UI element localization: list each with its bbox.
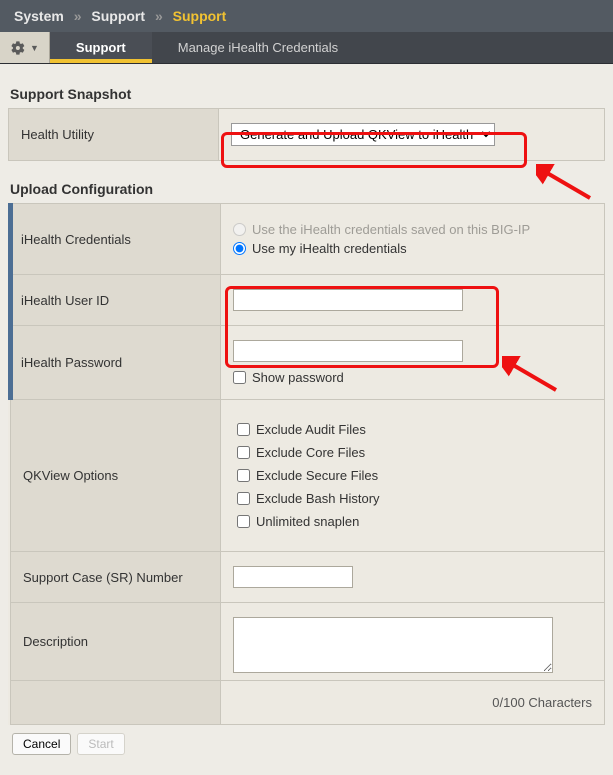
start-button: Start xyxy=(77,733,124,755)
qkview-options-label: QKView Options xyxy=(11,400,221,552)
tab-bar: ▼ Support Manage iHealth Credentials xyxy=(0,32,613,64)
show-password-check[interactable]: Show password xyxy=(233,370,344,385)
show-password-checkbox[interactable] xyxy=(233,371,246,384)
qkview-option-checkbox[interactable] xyxy=(237,423,250,436)
qkview-option[interactable]: Exclude Audit Files xyxy=(237,422,588,437)
qkview-option-checkbox[interactable] xyxy=(237,492,250,505)
qkview-option[interactable]: Exclude Bash History xyxy=(237,491,588,506)
breadcrumb-separator: » xyxy=(74,8,82,24)
radio-saved-credentials-input xyxy=(233,223,246,236)
description-textarea[interactable] xyxy=(233,617,553,673)
qkview-option-text: Unlimited snaplen xyxy=(256,514,359,529)
sr-number-input[interactable] xyxy=(233,566,353,588)
qkview-option[interactable]: Exclude Secure Files xyxy=(237,468,588,483)
tab-support[interactable]: Support xyxy=(50,32,152,63)
health-utility-label: Health Utility xyxy=(9,109,219,161)
section-heading-snapshot: Support Snapshot xyxy=(8,80,605,108)
qkview-option-checkbox[interactable] xyxy=(237,515,250,528)
breadcrumb-current: Support xyxy=(173,8,227,24)
sr-number-label: Support Case (SR) Number xyxy=(11,552,221,603)
description-label: Description xyxy=(11,603,221,681)
qkview-option-text: Exclude Core Files xyxy=(256,445,365,460)
breadcrumb-item[interactable]: Support xyxy=(91,8,145,24)
ihealth-credentials-label: iHealth Credentials xyxy=(11,204,221,275)
ihealth-userid-input[interactable] xyxy=(233,289,463,311)
settings-menu-button[interactable]: ▼ xyxy=(0,32,50,63)
qkview-option-text: Exclude Bash History xyxy=(256,491,380,506)
qkview-option-checkbox[interactable] xyxy=(237,446,250,459)
ihealth-password-label: iHealth Password xyxy=(11,326,221,400)
qkview-option-text: Exclude Secure Files xyxy=(256,468,378,483)
radio-my-credentials-text: Use my iHealth credentials xyxy=(252,241,407,256)
health-utility-select[interactable]: Generate and Upload QKView to iHealth xyxy=(231,123,495,146)
show-password-text: Show password xyxy=(252,370,344,385)
breadcrumb-separator: » xyxy=(155,8,163,24)
char-counter: 0/100 Characters xyxy=(221,681,605,725)
qkview-option[interactable]: Exclude Core Files xyxy=(237,445,588,460)
breadcrumb-item[interactable]: System xyxy=(14,8,64,24)
radio-saved-credentials-text: Use the iHealth credentials saved on thi… xyxy=(252,222,530,237)
qkview-option-checkbox[interactable] xyxy=(237,469,250,482)
radio-my-credentials-input[interactable] xyxy=(233,242,246,255)
cancel-button[interactable]: Cancel xyxy=(12,733,71,755)
radio-saved-credentials: Use the iHealth credentials saved on thi… xyxy=(233,222,592,237)
radio-my-credentials[interactable]: Use my iHealth credentials xyxy=(233,241,592,256)
ihealth-password-input[interactable] xyxy=(233,340,463,362)
gear-icon xyxy=(10,40,26,56)
qkview-option-text: Exclude Audit Files xyxy=(256,422,366,437)
qkview-option[interactable]: Unlimited snaplen xyxy=(237,514,588,529)
section-heading-upload: Upload Configuration xyxy=(8,175,605,203)
chevron-down-icon: ▼ xyxy=(30,43,39,53)
tab-manage-credentials[interactable]: Manage iHealth Credentials xyxy=(152,32,364,63)
ihealth-userid-label: iHealth User ID xyxy=(11,275,221,326)
breadcrumb: System » Support » Support xyxy=(0,0,613,32)
